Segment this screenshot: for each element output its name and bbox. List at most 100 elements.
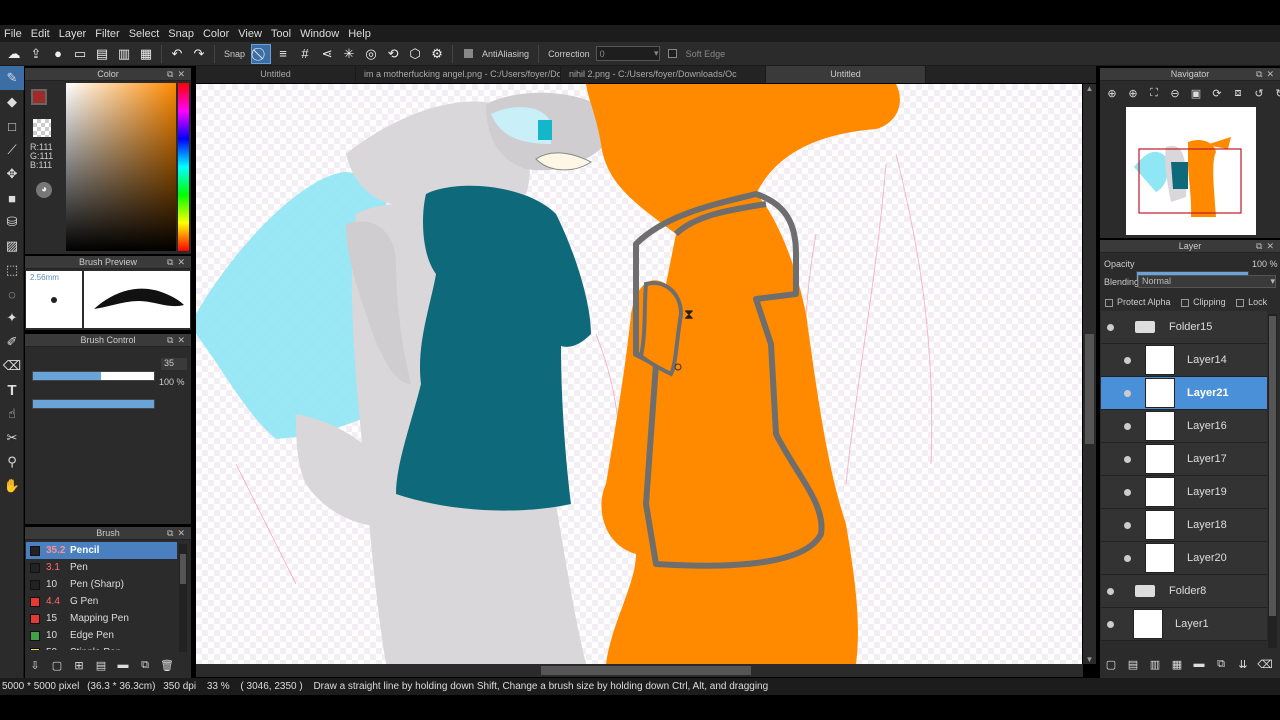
operation-tool-icon[interactable]: ☝ xyxy=(0,402,24,426)
line-tool-icon[interactable]: ⟋ xyxy=(0,138,24,162)
layer-row[interactable]: Layer1 xyxy=(1101,608,1267,641)
brush-item[interactable]: 10 Pen (Sharp) xyxy=(26,576,177,593)
layer-row[interactable]: Layer14 xyxy=(1101,344,1267,377)
menu-window[interactable]: Window xyxy=(296,28,344,40)
visibility-eye-icon[interactable] xyxy=(1124,488,1131,496)
snap-concentric-icon[interactable]: ◎ xyxy=(361,44,381,64)
layer-row[interactable]: Layer20 xyxy=(1101,542,1267,575)
page-icon[interactable]: ▤ xyxy=(92,44,112,64)
clear-layer-icon[interactable]: ⌫ xyxy=(1255,654,1275,674)
layer-row[interactable]: Layer18 xyxy=(1101,509,1267,542)
brush-size-value[interactable]: 35 xyxy=(161,358,187,370)
brush-tool-icon[interactable]: ✎ xyxy=(0,66,24,90)
snap-parallel-icon[interactable]: ≡ xyxy=(273,44,293,64)
snap-grid-icon[interactable]: # xyxy=(295,44,315,64)
correction-select[interactable]: 0 ▾ xyxy=(595,46,660,61)
shape-tool-icon[interactable]: □ xyxy=(0,114,24,138)
soft-edge-checkbox[interactable] xyxy=(667,49,677,58)
visibility-eye-icon[interactable] xyxy=(1107,323,1114,331)
scroll-thumb[interactable] xyxy=(1085,334,1094,444)
fill-rect-tool-icon[interactable]: ■ xyxy=(0,186,24,210)
duplicate-icon[interactable]: ⧉ xyxy=(135,655,155,675)
antialias-checkbox[interactable] xyxy=(464,49,474,58)
saturation-value-picker[interactable] xyxy=(66,83,176,251)
document-tab[interactable]: Untitled xyxy=(766,66,926,83)
eyedropper-tool-icon[interactable]: ⚲ xyxy=(0,450,24,474)
download-brush-icon[interactable]: ⇩ xyxy=(25,655,45,675)
move-tool-icon[interactable]: ✥ xyxy=(0,162,24,186)
actual-size-icon[interactable]: ▣ xyxy=(1186,83,1206,103)
panel-close-icon[interactable]: ⧉✕ xyxy=(1256,240,1278,253)
visibility-eye-icon[interactable] xyxy=(1107,587,1114,595)
cloud-icon[interactable]: ☁ xyxy=(4,44,24,64)
menu-color[interactable]: Color xyxy=(199,28,234,40)
foreground-color-swatch[interactable] xyxy=(31,89,47,105)
select-pen-tool-icon[interactable]: ✐ xyxy=(0,330,24,354)
brush-item[interactable]: 50Stipple Pen xyxy=(26,644,177,650)
layer-row[interactable]: Layer17 xyxy=(1101,443,1267,476)
panel-close-icon[interactable]: ⧉✕ xyxy=(167,527,189,540)
rotate-reset-icon[interactable]: ⟳ xyxy=(1207,83,1227,103)
add-brush-icon[interactable]: ⊞ xyxy=(69,655,89,675)
gradient-tool-icon[interactable]: ▨ xyxy=(0,234,24,258)
visibility-eye-icon[interactable] xyxy=(1124,422,1131,430)
fit-icon[interactable]: ⛶ xyxy=(1144,83,1164,103)
divide-tool-icon[interactable]: ✂ xyxy=(0,426,24,450)
zoom-in-alt-icon[interactable]: ⊕ xyxy=(1123,83,1143,103)
navigator-preview[interactable] xyxy=(1126,107,1256,235)
visibility-eye-icon[interactable] xyxy=(1124,521,1131,529)
scroll-down-icon[interactable]: ▼ xyxy=(1083,655,1096,664)
text-tool-icon[interactable]: T xyxy=(0,378,24,402)
menu-layer[interactable]: Layer xyxy=(55,28,92,40)
select-rect-tool-icon[interactable]: ⬚ xyxy=(0,258,24,282)
clipping-checkbox[interactable]: Clipping xyxy=(1181,297,1226,307)
eraser-tool-icon[interactable]: ◆ xyxy=(0,90,24,114)
zoom-out-icon[interactable]: ⊖ xyxy=(1165,83,1185,103)
scroll-thumb[interactable] xyxy=(1269,316,1276,616)
layer-folder-row[interactable]: Folder15 xyxy=(1101,311,1267,344)
zoom-in-icon[interactable]: ⊕ xyxy=(1102,83,1122,103)
pages-icon[interactable]: ▥ xyxy=(114,44,134,64)
new-brush-icon[interactable]: ▢ xyxy=(47,655,67,675)
duplicate-layer-icon[interactable]: ⧉ xyxy=(1211,654,1231,674)
rotate-left-icon[interactable]: ↺ xyxy=(1249,83,1269,103)
panel-close-icon[interactable]: ⧉✕ xyxy=(1256,68,1278,81)
menu-snap[interactable]: Snap xyxy=(164,28,199,40)
panel-close-icon[interactable]: ⧉✕ xyxy=(167,256,189,269)
protect-alpha-checkbox[interactable]: Protect Alpha xyxy=(1105,297,1171,307)
new-1bit-layer-icon[interactable]: ▥ xyxy=(1145,654,1165,674)
snap-3d-icon[interactable]: ⬡ xyxy=(405,44,425,64)
brush-opacity-slider[interactable] xyxy=(32,399,155,409)
undo-icon[interactable]: ↶ xyxy=(167,44,187,64)
layer-row[interactable]: Layer19 xyxy=(1101,476,1267,509)
share-icon[interactable]: ⇪ xyxy=(26,44,46,64)
rotate-right-icon[interactable]: ↻ xyxy=(1270,83,1280,103)
layer-list-scrollbar[interactable] xyxy=(1268,314,1277,648)
scroll-thumb[interactable] xyxy=(180,554,186,584)
brush-item[interactable]: 4.4 G Pen xyxy=(26,593,177,610)
brush-item[interactable]: 15 Mapping Pen xyxy=(26,610,177,627)
visibility-eye-icon[interactable] xyxy=(1107,620,1114,628)
layer-row[interactable]: Layer21 xyxy=(1101,377,1267,410)
snap-off-icon[interactable]: ⃠ xyxy=(251,43,272,64)
snap-settings-icon[interactable]: ⚙ xyxy=(427,44,447,64)
visibility-eye-icon[interactable] xyxy=(1124,554,1131,562)
visibility-eye-icon[interactable] xyxy=(1124,389,1131,397)
document-tab[interactable]: nihil 2.png - C:/Users/foyer/Downloads/O… xyxy=(561,66,766,83)
menu-edit[interactable]: Edit xyxy=(27,28,55,40)
new-halftone-layer-icon[interactable]: ▦ xyxy=(1167,654,1187,674)
brush-size-slider[interactable] xyxy=(32,371,155,381)
palette-icon[interactable]: ◕ xyxy=(36,182,52,198)
menu-help[interactable]: Help xyxy=(344,28,376,40)
scroll-up-icon[interactable]: ▲ xyxy=(1083,84,1096,93)
snap-curve-icon[interactable]: ⟲ xyxy=(383,44,403,64)
panel-close-icon[interactable]: ⧉✕ xyxy=(167,68,189,81)
comment-icon[interactable]: ▭ xyxy=(70,44,90,64)
brush-opacity-value[interactable]: 100 % xyxy=(159,377,185,387)
brush-list-scrollbar[interactable] xyxy=(179,544,187,652)
panel-close-icon[interactable]: ⧉✕ xyxy=(167,334,189,347)
trash-icon[interactable]: 🗑 xyxy=(157,655,177,675)
hand-tool-icon[interactable]: ✋ xyxy=(0,474,24,498)
canvas-vertical-scrollbar[interactable]: ▲ ▼ xyxy=(1083,84,1096,664)
new-8bit-layer-icon[interactable]: ▤ xyxy=(1123,654,1143,674)
